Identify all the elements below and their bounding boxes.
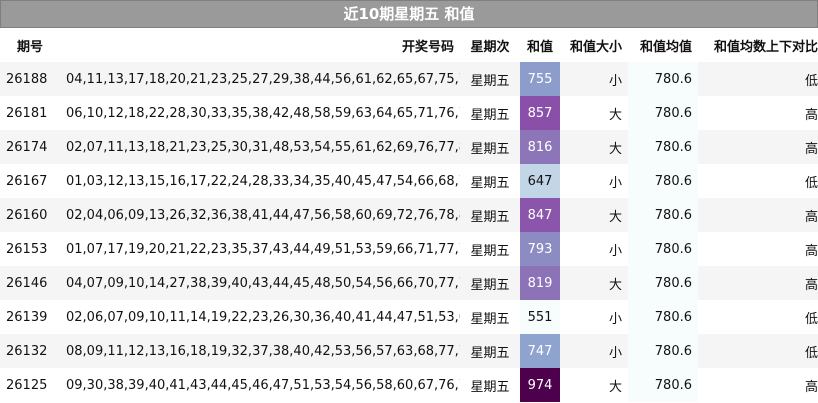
table-body: 26188 04,11,13,17,18,20,21,23,25,27,29,38… [0,62,818,402]
cell-numbers: 04,07,09,10,14,27,38,39,40,43,44,45,48,5… [60,266,460,300]
table-row: 26160 02,04,06,09,13,26,32,36,38,41,44,47… [0,198,818,232]
cell-id: 26139 [0,300,60,334]
cell-sum-size: 小 [560,232,628,266]
cell-compare: 低 [698,300,818,334]
table-row: 26153 01,07,17,19,20,21,22,23,35,37,43,44… [0,232,818,266]
cell-compare: 高 [698,368,818,402]
cell-id: 26153 [0,232,60,266]
cell-id: 26181 [0,96,60,130]
cell-compare: 高 [698,232,818,266]
cell-sum: 647 [520,164,560,198]
cell-compare: 高 [698,198,818,232]
table-row: 26174 02,07,11,13,18,21,23,25,30,31,48,53… [0,130,818,164]
cell-weekday: 星期五 [460,266,520,300]
cell-sum-size: 大 [560,130,628,164]
cell-sum: 816 [520,130,560,164]
cell-id: 26146 [0,266,60,300]
table-row: 26132 08,09,11,12,13,16,18,19,32,37,38,40… [0,334,818,368]
cell-sum-average: 780.6 [628,334,698,368]
cell-sum-size: 小 [560,164,628,198]
header-sum[interactable]: 和值 [520,28,560,62]
cell-compare: 高 [698,266,818,300]
header-compare[interactable]: 和值均数上下对比 [698,28,818,62]
cell-sum-average: 780.6 [628,368,698,402]
cell-numbers: 06,10,12,18,22,28,30,33,35,38,42,48,58,5… [60,96,460,130]
cell-sum: 857 [520,96,560,130]
cell-numbers: 02,06,07,09,10,11,14,19,22,23,26,30,36,4… [60,300,460,334]
table-title: 近10期星期五 和值 [0,0,818,28]
cell-sum-average: 780.6 [628,232,698,266]
cell-sum: 847 [520,198,560,232]
header-weekday[interactable]: 星期次 [460,28,520,62]
cell-sum-average: 780.6 [628,198,698,232]
cell-weekday: 星期五 [460,130,520,164]
table-row: 26125 09,30,38,39,40,41,43,44,45,46,47,51… [0,368,818,402]
cell-id: 26188 [0,62,60,96]
cell-numbers: 04,11,13,17,18,20,21,23,25,27,29,38,44,5… [60,62,460,96]
table-header-row: 期号 开奖号码 星期次 和值 和值大小 和值均值 和值均数上下对比 [0,28,818,62]
cell-sum-size: 小 [560,300,628,334]
cell-sum: 793 [520,232,560,266]
table-row: 26139 02,06,07,09,10,11,14,19,22,23,26,30… [0,300,818,334]
table-row: 26167 01,03,12,13,15,16,17,22,24,28,33,34… [0,164,818,198]
cell-weekday: 星期五 [460,164,520,198]
cell-weekday: 星期五 [460,232,520,266]
sum-table-widget: 近10期星期五 和值 期号 开奖号码 星期次 和值 和值大小 和值均值 和值均数… [0,0,818,403]
cell-id: 26132 [0,334,60,368]
table-row: 26181 06,10,12,18,22,28,30,33,35,38,42,48… [0,96,818,130]
cell-sum: 974 [520,368,560,402]
cell-sum-average: 780.6 [628,300,698,334]
cell-weekday: 星期五 [460,334,520,368]
cell-sum: 819 [520,266,560,300]
cell-sum-size: 大 [560,96,628,130]
cell-id: 26160 [0,198,60,232]
cell-sum-size: 大 [560,198,628,232]
cell-sum: 551 [520,300,560,334]
cell-weekday: 星期五 [460,198,520,232]
header-id[interactable]: 期号 [0,28,60,62]
table-row: 26188 04,11,13,17,18,20,21,23,25,27,29,38… [0,62,818,96]
cell-numbers: 08,09,11,12,13,16,18,19,32,37,38,40,42,5… [60,334,460,368]
cell-sum-average: 780.6 [628,266,698,300]
cell-id: 26174 [0,130,60,164]
cell-sum-average: 780.6 [628,164,698,198]
cell-compare: 低 [698,62,818,96]
cell-compare: 高 [698,96,818,130]
cell-sum-size: 小 [560,334,628,368]
cell-numbers: 09,30,38,39,40,41,43,44,45,46,47,51,53,5… [60,368,460,402]
table-row: 26146 04,07,09,10,14,27,38,39,40,43,44,45… [0,266,818,300]
cell-id: 26125 [0,368,60,402]
cell-numbers: 02,04,06,09,13,26,32,36,38,41,44,47,56,5… [60,198,460,232]
cell-weekday: 星期五 [460,62,520,96]
cell-weekday: 星期五 [460,300,520,334]
cell-weekday: 星期五 [460,368,520,402]
header-sum-size[interactable]: 和值大小 [560,28,628,62]
cell-numbers: 01,07,17,19,20,21,22,23,35,37,43,44,49,5… [60,232,460,266]
header-sum-average[interactable]: 和值均值 [628,28,698,62]
cell-sum-average: 780.6 [628,130,698,164]
cell-sum-average: 780.6 [628,96,698,130]
cell-numbers: 01,03,12,13,15,16,17,22,24,28,33,34,35,4… [60,164,460,198]
cell-compare: 低 [698,334,818,368]
cell-sum-size: 大 [560,266,628,300]
header-numbers[interactable]: 开奖号码 [60,28,460,62]
cell-numbers: 02,07,11,13,18,21,23,25,30,31,48,53,54,5… [60,130,460,164]
cell-sum-size: 大 [560,368,628,402]
cell-sum-average: 780.6 [628,62,698,96]
draw-results-table: 期号 开奖号码 星期次 和值 和值大小 和值均值 和值均数上下对比 26188 0… [0,28,818,402]
cell-weekday: 星期五 [460,96,520,130]
cell-sum-size: 小 [560,62,628,96]
cell-sum: 747 [520,334,560,368]
cell-compare: 高 [698,130,818,164]
cell-id: 26167 [0,164,60,198]
cell-compare: 低 [698,164,818,198]
cell-sum: 755 [520,62,560,96]
